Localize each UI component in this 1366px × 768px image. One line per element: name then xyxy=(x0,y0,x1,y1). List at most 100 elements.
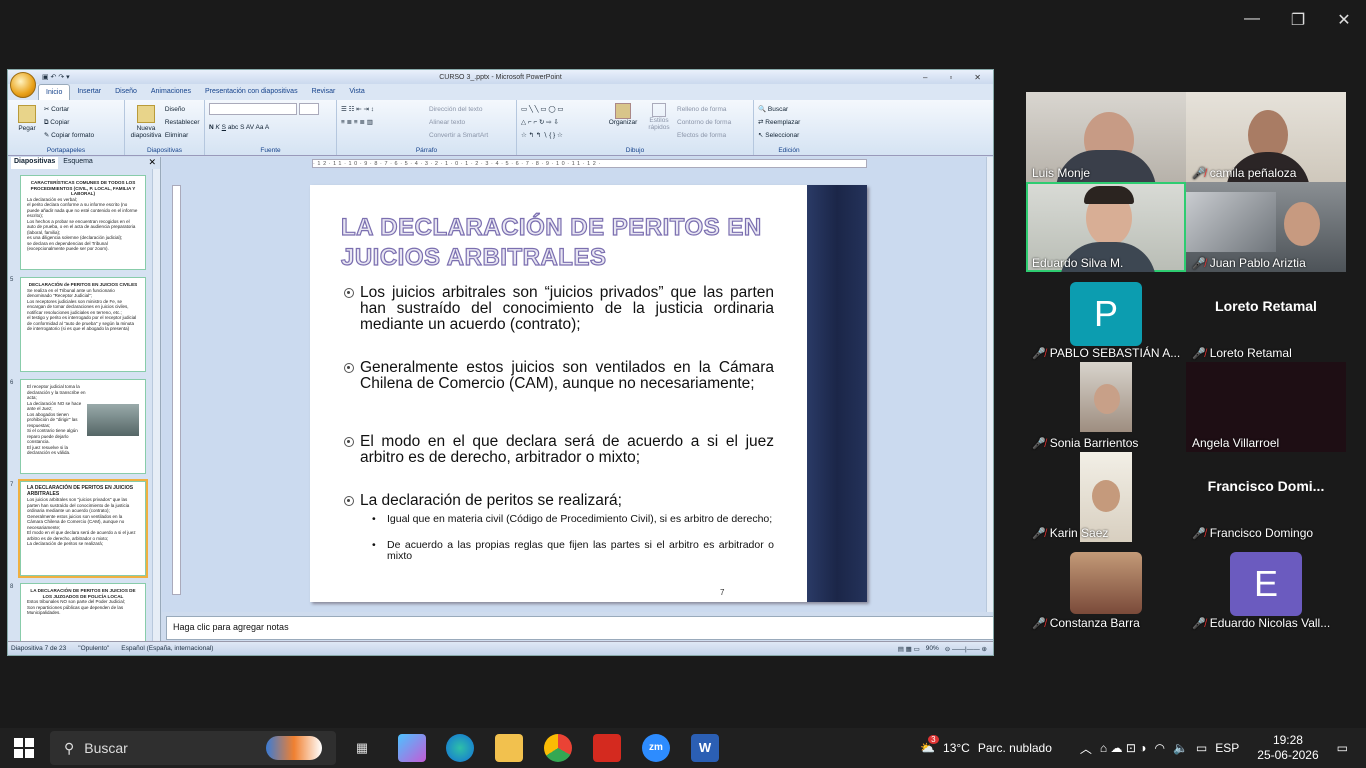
view-buttons[interactable]: ▤ ▦ ▭ xyxy=(898,645,920,653)
slide-thumb-6[interactable]: El receptor judicial toma la declaración… xyxy=(20,379,146,474)
tab-insertar[interactable]: Insertar xyxy=(70,84,108,100)
clock[interactable]: 19:28 25-06-2026 xyxy=(1257,733,1318,763)
slide-thumb-5[interactable]: DECLARACIÓN de PERITOS EN JUICIOS CIVILE… xyxy=(20,277,146,372)
replace-button[interactable]: ⇄ Reemplazar xyxy=(758,116,820,129)
participant-name: 🎤̸ PABLO SEBASTIÁN A... xyxy=(1032,346,1181,360)
word-icon[interactable]: W xyxy=(691,734,719,762)
pane-close-icon[interactable]: ✕ xyxy=(148,157,156,168)
shape-outline-button[interactable]: Contorno de forma xyxy=(677,116,731,129)
battery-icon[interactable]: ▭ xyxy=(1196,741,1207,755)
smartart-button[interactable]: Convertir a SmartArt xyxy=(429,129,488,142)
ppt-minimize-icon[interactable]: – xyxy=(923,73,927,82)
current-slide[interactable]: LA DECLARACIÓN DE PERITOS EN JUICIOS ARB… xyxy=(310,185,867,602)
participant-tile[interactable]: P 🎤̸ PABLO SEBASTIÁN A... xyxy=(1026,272,1186,362)
tab-animaciones[interactable]: Animaciones xyxy=(144,84,198,100)
participant-tile[interactable]: 🎤̸ Constanza Barra xyxy=(1026,542,1186,632)
participant-tile[interactable]: Luis Monje xyxy=(1026,92,1186,182)
tab-presentacion[interactable]: Presentación con diapositivas xyxy=(198,84,305,100)
participant-tile[interactable]: Loreto Retamal 🎤̸ Loreto Retamal xyxy=(1186,272,1346,362)
wifi-icon[interactable]: ◠ xyxy=(1154,741,1164,755)
ppt-close-icon[interactable]: ✕ xyxy=(974,73,981,82)
tray-icons[interactable]: ⌂ ☁ ⊡ ◑ xyxy=(1100,741,1147,755)
edge-icon[interactable] xyxy=(446,734,474,762)
participant-tile[interactable]: 🎤̸ Juan Pablo Ariztia xyxy=(1186,182,1346,272)
slide-page-number: 7 xyxy=(720,588,725,597)
restore-button[interactable]: ❐ xyxy=(1288,10,1308,30)
slide-scrollbar[interactable] xyxy=(986,157,993,612)
arrange-button[interactable]: Organizar xyxy=(605,103,641,126)
participant-tile-active-speaker[interactable]: Eduardo Silva M. xyxy=(1026,182,1186,272)
chevron-up-icon[interactable]: ︿ xyxy=(1080,740,1092,757)
shape-effects-button[interactable]: Efectos de forma xyxy=(677,129,731,142)
participant-photo xyxy=(1070,552,1142,614)
new-slide-button[interactable]: Nueva diapositiva xyxy=(129,103,163,139)
muted-mic-icon: 🎤̸ xyxy=(1192,528,1206,540)
language-indicator[interactable]: ESP xyxy=(1215,741,1239,755)
tab-esquema[interactable]: Esquema xyxy=(60,157,96,169)
horizontal-ruler: ·12·11·10·9·8·7·6·5·4·3·2·1·0·1·2·3·4·5·… xyxy=(312,159,867,168)
weather-text[interactable]: Parc. nublado xyxy=(978,741,1052,755)
tab-diseno[interactable]: Diseño xyxy=(108,84,144,100)
taskbar-search[interactable]: ⚲ Buscar xyxy=(50,731,336,765)
delete-slide-button[interactable]: Eliminar xyxy=(165,129,200,142)
acrobat-icon[interactable] xyxy=(593,734,621,762)
weather-badge: 3 xyxy=(928,735,939,744)
slide-thumb-8[interactable]: LA DECLARACIÓN DE PERITOS EN JUICIOS DE … xyxy=(20,583,146,643)
copy-button[interactable]: ⧉ Copiar xyxy=(44,116,94,129)
ribbon: Pegar ✂ Cortar ⧉ Copiar ✎ Copiar formato… xyxy=(8,100,993,156)
participant-name: Eduardo Silva M. xyxy=(1032,256,1124,270)
ppt-restore-icon[interactable]: ▫ xyxy=(949,73,952,82)
weather-temp[interactable]: 13°C xyxy=(943,741,970,755)
zoom-app-icon[interactable]: zm xyxy=(642,734,670,762)
zoom-meeting-window: — ❐ ✕ ▣ ↶ ↷ ▾ CURSO 3_.pptx - Microsoft … xyxy=(0,0,1366,728)
font-format-buttons[interactable]: N K S abc S AV Aa A xyxy=(209,121,332,134)
font-size-select[interactable] xyxy=(298,103,319,115)
reset-button[interactable]: Restablecer xyxy=(165,116,200,129)
tab-vista[interactable]: Vista xyxy=(342,84,371,100)
participant-tile[interactable]: Angela Villarroel xyxy=(1186,362,1346,452)
participant-tile[interactable]: Francisco Domi... 🎤̸ Francisco Domingo xyxy=(1186,452,1346,542)
copilot-icon[interactable] xyxy=(398,734,426,762)
align-text-button[interactable]: Alinear texto xyxy=(429,116,488,129)
slide-thumb-7[interactable]: LA DECLARACIÓN DE PERITOS EN JUICIOS ARB… xyxy=(18,479,148,578)
office-button[interactable] xyxy=(10,72,36,98)
task-view-icon[interactable]: ▦ xyxy=(348,734,376,762)
tab-diapositivas[interactable]: Diapositivas xyxy=(11,157,59,169)
slide-bullet: Los juicios arbitrales son “juicios priv… xyxy=(344,285,774,333)
notification-icon[interactable]: ▭ xyxy=(1337,741,1348,755)
shape-fill-button[interactable]: Relleno de forma xyxy=(677,103,731,116)
text-direction-button[interactable]: Dirección del texto xyxy=(429,103,488,116)
participant-tile[interactable]: E 🎤̸ Eduardo Nicolas Vall... xyxy=(1186,542,1346,632)
zoom-level[interactable]: 90% xyxy=(926,645,939,652)
find-button[interactable]: 🔍 Buscar xyxy=(758,103,820,116)
participant-name: 🎤̸ Juan Pablo Ariztia xyxy=(1192,256,1306,270)
theme-name: "Opulento" xyxy=(78,645,110,652)
paste-button[interactable]: Pegar xyxy=(12,103,42,132)
tab-inicio[interactable]: Inicio xyxy=(38,84,71,100)
select-button[interactable]: ↖ Seleccionar xyxy=(758,129,820,142)
muted-mic-icon: 🎤̸ xyxy=(1032,438,1046,450)
zoom-slider[interactable]: ⊖ ——|—— ⊕ xyxy=(945,645,987,653)
volume-icon[interactable]: 🔈 xyxy=(1173,741,1188,755)
cut-button[interactable]: ✂ Cortar xyxy=(44,103,94,116)
quick-styles-button[interactable]: Estilos rápidos xyxy=(643,103,675,131)
tab-revisar[interactable]: Revisar xyxy=(305,84,343,100)
minimize-button[interactable]: — xyxy=(1242,10,1262,30)
format-painter-button[interactable]: ✎ Copiar formato xyxy=(44,129,94,142)
slide-title: LA DECLARACIÓN DE PERITOS EN JUICIOS ARB… xyxy=(340,213,762,271)
slides-pane: Diapositivas Esquema ✕ CARACTERÍSTICAS C… xyxy=(8,157,161,643)
windows-start-icon[interactable] xyxy=(14,738,34,758)
pane-scrollbar[interactable] xyxy=(152,169,160,642)
notes-pane[interactable]: Haga clic para agregar notas xyxy=(166,616,993,640)
close-button[interactable]: ✕ xyxy=(1334,10,1354,30)
file-explorer-icon[interactable] xyxy=(495,734,523,762)
chrome-icon[interactable] xyxy=(544,734,572,762)
layout-button[interactable]: Diseño xyxy=(165,103,200,116)
participant-tile[interactable]: 🎤̸ Karin Saez xyxy=(1026,452,1186,542)
participant-tile[interactable]: 🎤̸ Sonia Barrientos xyxy=(1026,362,1186,452)
slide-thumb-4[interactable]: CARACTERÍSTICAS COMUNES DE TODOS LOS PRO… xyxy=(20,175,146,270)
muted-mic-icon: 🎤̸ xyxy=(1192,168,1206,180)
weather-icon[interactable]: ⛅ 3 xyxy=(920,735,939,755)
participant-tile[interactable]: 🎤̸ camila peñaloza xyxy=(1186,92,1346,182)
font-select[interactable] xyxy=(209,103,297,115)
